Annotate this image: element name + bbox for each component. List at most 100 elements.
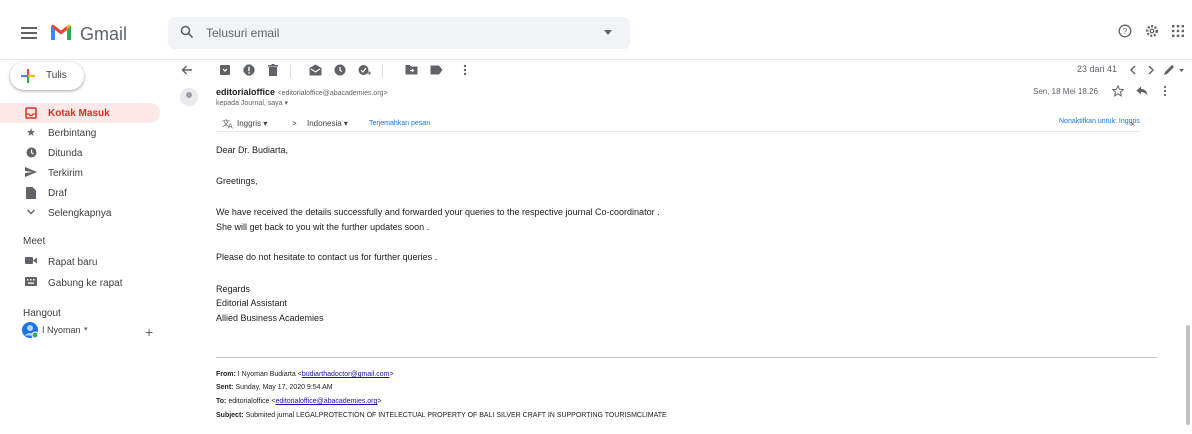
quoted-to: To: editorialoffice <editorialoffice@aba…: [216, 398, 382, 405]
gmail-logo-icon[interactable]: [50, 23, 72, 41]
compose-label: Tulis: [46, 70, 67, 81]
add-to-tasks-icon[interactable]: [357, 64, 371, 78]
move-to-icon[interactable]: [404, 64, 418, 78]
sidebar-item-new-meeting[interactable]: Rapat baru: [0, 252, 160, 272]
quoted-from-label: From:: [216, 371, 236, 378]
sidebar-item-label: Selengkapnya: [48, 208, 112, 219]
sidebar-item-snoozed[interactable]: Ditunda: [0, 143, 160, 163]
translate-message-link[interactable]: Terjemahkan pesan: [369, 120, 430, 127]
quoted-to-close: >: [377, 398, 382, 405]
disable-translation-link[interactable]: Nonaktifkan untuk: Inggris: [1059, 118, 1140, 125]
sidebar-item-label: Rapat baru: [48, 257, 98, 268]
quoted-subject: Subject: Submited jurnal LEGALPROTECTION…: [216, 412, 667, 419]
source-language-select[interactable]: Inggris ▾: [237, 119, 267, 128]
quoted-sent: Sent: Sunday, May 17, 2020 9:54 AM: [216, 384, 333, 391]
translate-icon: 文A: [222, 118, 234, 131]
svg-text:A: A: [228, 124, 233, 130]
label-icon[interactable]: [429, 64, 443, 78]
sidebar-item-label: Terkirim: [48, 168, 83, 179]
quoted-from-value: I Nyoman Budiarta <: [237, 371, 302, 378]
avatar: [22, 322, 38, 338]
quoted-subject-label: Subject:: [216, 412, 244, 419]
body-line: Dear Dr. Budiarta,: [216, 145, 289, 155]
inbox-icon: [25, 107, 37, 119]
sidebar-item-sent[interactable]: Terkirim: [0, 163, 160, 183]
quoted-from: From: I Nyoman Budiarta <budiarthadoctor…: [216, 371, 394, 378]
meet-section-title: Meet: [23, 236, 46, 247]
sidebar-item-drafts[interactable]: Draf: [0, 183, 160, 203]
sender-info[interactable]: editorialoffice <editorialoffice@abacade…: [216, 87, 388, 97]
close-translate-icon[interactable]: ×: [1130, 119, 1135, 129]
archive-icon[interactable]: [218, 64, 232, 78]
translate-arrow: >: [292, 119, 297, 128]
scrollbar-thumb[interactable]: [1186, 325, 1190, 425]
quoted-to-email-link[interactable]: editorialoffice@abacademies.org: [275, 398, 377, 405]
search-box[interactable]: Telusuri email: [168, 17, 630, 49]
add-hangout-button[interactable]: +: [145, 325, 153, 339]
newer-message-icon[interactable]: [1126, 64, 1140, 78]
body-line: Please do not hesitate to contact us for…: [216, 252, 438, 262]
mark-unread-icon[interactable]: [308, 64, 322, 78]
hangout-section-title: Hangout: [23, 308, 61, 319]
chevron-down-icon: [25, 207, 37, 219]
app-header: Gmail Telusuri email ?: [0, 0, 1192, 60]
quoted-subject-value: Submited jurnal LEGALPROTECTION OF INTEL…: [245, 412, 667, 419]
quoted-from-close: >: [389, 371, 394, 378]
search-options-icon[interactable]: [604, 30, 612, 35]
keyboard-icon: [25, 277, 37, 289]
toolbar-divider: [382, 64, 383, 78]
apps-grid-icon[interactable]: [1170, 24, 1186, 40]
compose-button[interactable]: Tulis: [10, 62, 84, 90]
sender-email: <editorialoffice@abacademies.org>: [277, 90, 388, 97]
sidebar-item-label: Berbintang: [48, 128, 97, 139]
sidebar-item-more[interactable]: Selengkapnya: [0, 203, 160, 223]
draft-icon: [25, 187, 37, 199]
body-line: We have received the details successfull…: [216, 207, 660, 217]
snooze-icon[interactable]: [333, 64, 347, 78]
sidebar-item-label: Gabung ke rapat: [48, 278, 123, 289]
message-more-icon[interactable]: [1163, 85, 1167, 100]
quoted-sent-value: Sunday, May 17, 2020 9:54 AM: [235, 384, 333, 391]
hangout-user-caret: ▾: [84, 326, 88, 333]
sidebar-item-label: Ditunda: [48, 148, 83, 159]
hangout-user[interactable]: I Nyoman ▾: [22, 322, 142, 342]
hangout-user-name: I Nyoman: [42, 325, 81, 335]
body-line: Editorial Assistant: [216, 298, 288, 308]
translate-bar: 文A Inggris ▾ > Indonesia ▾ Terjemahkan p…: [216, 116, 1140, 132]
body-line: Greetings,: [216, 176, 258, 186]
video-icon: [25, 256, 37, 268]
quoted-to-value: editorialoffice <: [228, 398, 276, 405]
sidebar-item-inbox[interactable]: Kotak Masuk: [0, 103, 160, 123]
star-message-icon[interactable]: [1111, 84, 1125, 100]
sidebar-item-starred[interactable]: ★ Berbintang: [0, 123, 160, 143]
message-count: 23 dari 41: [1077, 64, 1118, 74]
body-line: She will get back to you wit the further…: [216, 222, 430, 232]
quoted-to-label: To:: [216, 398, 227, 405]
send-icon: [25, 167, 37, 179]
report-spam-icon[interactable]: [242, 64, 256, 78]
app-name[interactable]: Gmail: [80, 24, 127, 45]
recipients-line[interactable]: kepada Journal, saya ▾: [216, 99, 288, 107]
quote-divider: [216, 357, 1157, 358]
body-line: Allied Business Academies: [216, 313, 324, 323]
toolbar-divider: [290, 64, 291, 78]
sidebar-item-label: Kotak Masuk: [48, 108, 110, 119]
older-message-icon[interactable]: [1144, 64, 1158, 78]
quoted-sent-label: Sent:: [216, 384, 234, 391]
sidebar-item-join-meeting[interactable]: Gabung ke rapat: [0, 273, 160, 293]
input-tools-icon[interactable]: [1162, 64, 1186, 78]
target-language-select[interactable]: Indonesia ▾: [307, 119, 348, 128]
help-icon[interactable]: ?: [1117, 24, 1133, 40]
main-menu-icon[interactable]: [21, 27, 37, 39]
star-icon: ★: [26, 127, 36, 139]
message-date: Sen, 18 Mei 18.26: [1033, 87, 1098, 96]
search-input[interactable]: Telusuri email: [206, 26, 279, 40]
quoted-from-email-link[interactable]: budiarthadoctor@gmail.com: [302, 371, 390, 378]
reply-icon[interactable]: [1136, 85, 1148, 99]
search-icon[interactable]: [180, 25, 194, 39]
settings-icon[interactable]: [1144, 24, 1160, 40]
sender-name: editorialoffice: [216, 87, 276, 97]
more-options-icon[interactable]: [458, 64, 472, 78]
delete-icon[interactable]: [266, 64, 280, 78]
back-arrow-icon[interactable]: [180, 64, 194, 78]
